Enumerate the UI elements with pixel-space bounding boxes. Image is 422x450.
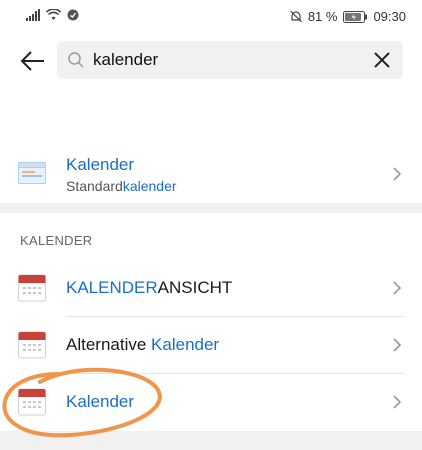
chevron-right-icon xyxy=(393,338,402,352)
title-rest: ANSICHT xyxy=(157,278,233,297)
status-right: 81 % 09:30 xyxy=(289,9,406,24)
section-separator xyxy=(0,431,422,450)
result-subtitle: Standardkalender xyxy=(66,178,177,194)
window-icon xyxy=(18,162,46,184)
clock: 09:30 xyxy=(373,9,406,24)
result-item-top[interactable]: Kalender Standardkalender xyxy=(0,146,422,202)
search-icon xyxy=(68,52,84,68)
battery-icon xyxy=(343,10,368,23)
signal-icon xyxy=(26,9,40,21)
result-item-alternative-kalender[interactable]: Alternative Kalender xyxy=(0,317,422,373)
close-icon[interactable] xyxy=(371,49,393,71)
calendar-icon xyxy=(18,274,46,302)
chevron-right-icon xyxy=(393,395,402,409)
chevron-right-icon xyxy=(393,167,402,181)
calendar-icon xyxy=(18,331,46,359)
subtitle-prefix: Standard xyxy=(66,178,123,194)
result-item-kalenderansicht[interactable]: KALENDERANSICHT xyxy=(0,260,422,316)
chevron-right-icon xyxy=(393,281,402,295)
search-toolbar xyxy=(0,38,422,84)
item-title: Kalender xyxy=(66,392,135,411)
calendar-icon xyxy=(18,388,46,416)
status-left xyxy=(26,9,79,21)
section-separator xyxy=(0,203,422,213)
battery-percent: 81 % xyxy=(307,9,338,24)
title-prefix: Alternative xyxy=(66,335,152,354)
title-match: Kalender xyxy=(151,335,220,354)
result-title: Kalender xyxy=(66,155,135,174)
vpn-icon xyxy=(67,9,79,21)
search-box[interactable] xyxy=(57,41,403,79)
mute-bell-icon xyxy=(289,10,302,23)
title-match: KALENDER xyxy=(66,278,158,297)
subtitle-match: kalender xyxy=(122,178,177,194)
wifi-icon xyxy=(46,9,61,20)
section-header: KALENDER xyxy=(20,233,93,248)
result-item-kalender[interactable]: Kalender xyxy=(0,374,422,430)
arrow-left-icon[interactable] xyxy=(18,46,48,76)
status-bar: 81 % 09:30 xyxy=(0,0,422,34)
search-input[interactable] xyxy=(93,41,363,79)
item-title: KALENDERANSICHT xyxy=(66,278,232,298)
item-title: Alternative Kalender xyxy=(66,335,219,355)
